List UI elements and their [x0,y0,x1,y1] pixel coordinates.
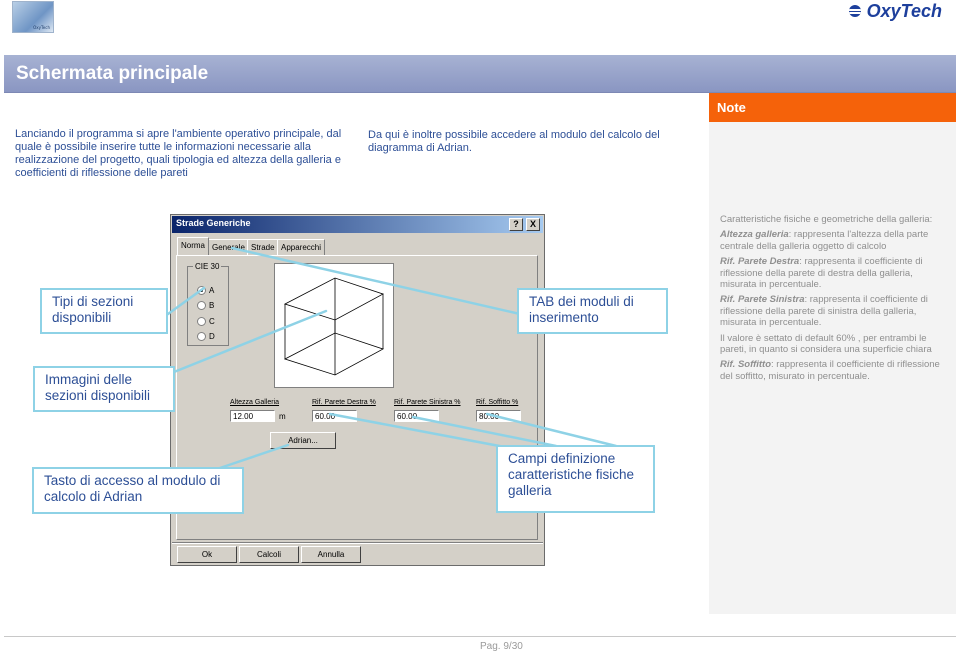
footer-divider [4,636,956,637]
connector-sections [166,286,206,316]
callout-section-images: Immagini delle sezioni disponibili [33,366,175,412]
callout-tabs: TAB dei moduli di inserimento [517,288,668,334]
callout-fields: Campi definizione caratteristiche fisich… [496,445,655,513]
page-number: Pag. 9/30 [480,641,523,652]
callout-section-types: Tipi di sezioni disponibili [40,288,168,334]
connector-fields-2 [411,415,558,448]
callout-adrian: Tasto di accesso al modulo di calcolo di… [32,467,244,514]
connector-tabs [230,246,522,316]
connector-fields-3 [485,412,618,448]
connector-images [172,309,328,374]
tab-norma[interactable]: Norma [177,237,210,255]
